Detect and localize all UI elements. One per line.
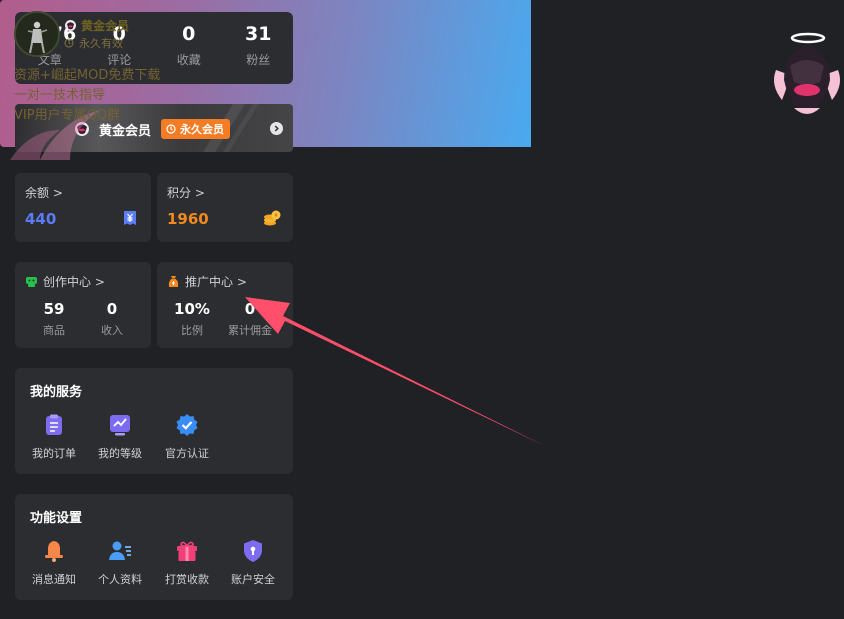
money-bag-icon bbox=[168, 276, 179, 287]
balance-value: 440 bbox=[25, 210, 57, 228]
clock-icon bbox=[166, 124, 176, 134]
banner-perk: VIP用户专属QQ群 bbox=[14, 108, 121, 123]
creator-center-card[interactable]: 创作中心 > 59 商品 0 收入 bbox=[15, 262, 151, 348]
promo-center-card[interactable]: 推广中心 > 10% 比例 0 累计佣金 bbox=[157, 262, 293, 348]
profile-icon bbox=[109, 541, 131, 560]
banner-validity: 永久有效 bbox=[64, 35, 123, 51]
setting-security-label: 账户安全 bbox=[231, 573, 275, 586]
shield-icon bbox=[244, 540, 262, 562]
service-verified-label: 官方认证 bbox=[165, 447, 209, 460]
yuan-icon bbox=[124, 211, 136, 225]
service-level[interactable]: 我的等级 bbox=[87, 413, 153, 461]
banner-username-label: 黄金会员 bbox=[81, 19, 130, 33]
creator-icon bbox=[26, 277, 37, 287]
points-value: 1960 bbox=[167, 210, 209, 228]
order-icon bbox=[46, 414, 62, 435]
promo-commission-label: 累计佣金 bbox=[228, 324, 272, 337]
verified-icon bbox=[176, 414, 198, 436]
services-title: 我的服务 bbox=[30, 385, 83, 400]
stat-label: 收藏 bbox=[176, 53, 201, 67]
bell-icon bbox=[45, 541, 63, 562]
coins-icon bbox=[264, 210, 281, 226]
stat-label: 粉丝 bbox=[246, 53, 271, 67]
banner-validity-label: 永久有效 bbox=[79, 37, 123, 50]
creator-center-title: 创作中心 > bbox=[43, 275, 105, 289]
creator-income-value: 0 bbox=[106, 300, 118, 318]
setting-profile-label: 个人资料 bbox=[98, 573, 142, 586]
avatar[interactable] bbox=[14, 11, 60, 57]
promo-center-title: 推广中心 > bbox=[185, 275, 247, 289]
banner-perk: 一对一技术指导 bbox=[14, 88, 106, 103]
banner-perk: 资源+崛起MOD免费下载 bbox=[14, 68, 161, 83]
vip-logo-icon bbox=[65, 20, 76, 31]
points-card[interactable]: 积分 > 1960 bbox=[157, 173, 293, 242]
stat-value: 31 bbox=[245, 23, 272, 45]
clock-icon bbox=[64, 38, 74, 48]
chevron-right-icon[interactable] bbox=[270, 122, 283, 135]
service-verified[interactable]: 官方认证 bbox=[154, 413, 220, 461]
gift-icon bbox=[177, 541, 197, 561]
setting-notifications-label: 消息通知 bbox=[32, 573, 76, 586]
service-orders-label: 我的订单 bbox=[32, 447, 76, 460]
level-icon bbox=[110, 415, 130, 436]
stat-fans[interactable]: 31 粉丝 bbox=[224, 12, 294, 84]
service-orders[interactable]: 我的订单 bbox=[21, 413, 87, 461]
stat-favorites[interactable]: 0 收藏 bbox=[154, 12, 224, 84]
setting-tips-label: 打赏收款 bbox=[165, 573, 209, 586]
services-card: 我的服务 我的订单 我的等级 官方认证 bbox=[15, 368, 293, 474]
promo-commission[interactable]: 0 累计佣金 bbox=[216, 300, 284, 338]
creator-income-label: 收入 bbox=[101, 324, 123, 337]
setting-profile[interactable]: 个人资料 bbox=[87, 539, 153, 587]
setting-notifications[interactable]: 消息通知 bbox=[21, 539, 87, 587]
stat-value: 0 bbox=[182, 23, 196, 45]
creator-income[interactable]: 0 收入 bbox=[78, 300, 146, 338]
setting-tips[interactable]: 打赏收款 bbox=[154, 539, 220, 587]
vip-badge: 永久会员 bbox=[161, 119, 231, 139]
settings-title: 功能设置 bbox=[30, 511, 83, 526]
vip-badge-label: 永久会员 bbox=[180, 123, 225, 136]
setting-security[interactable]: 账户安全 bbox=[220, 539, 286, 587]
balance-title: 余额 > bbox=[25, 186, 63, 200]
balance-card[interactable]: 余额 > 440 bbox=[15, 173, 151, 242]
service-level-label: 我的等级 bbox=[98, 447, 142, 460]
settings-card: 功能设置 消息通知 个人资料 打赏收款 账户安全 bbox=[15, 494, 293, 600]
promo-commission-value: 0 bbox=[244, 300, 256, 318]
points-title: 积分 > bbox=[167, 186, 205, 200]
banner-username: 黄金会员 bbox=[64, 17, 129, 34]
